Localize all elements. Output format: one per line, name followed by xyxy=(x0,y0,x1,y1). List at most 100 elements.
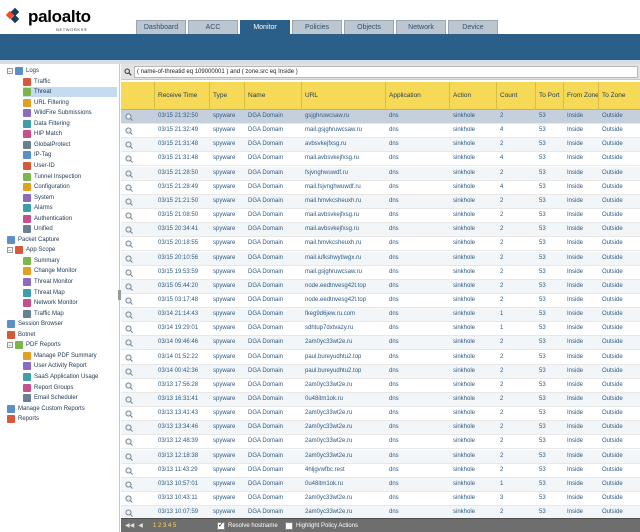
collapse-toggle-icon[interactable]: − xyxy=(7,247,13,254)
column-header-receive-time[interactable]: Receive Time xyxy=(158,82,197,110)
sidebar-item-report-groups[interactable]: Report Groups xyxy=(23,383,117,393)
column-header-from-zone[interactable]: From Zone xyxy=(567,82,599,110)
sidebar-item-pdf-reports[interactable]: − PDF Reports xyxy=(7,340,117,350)
column-header-count[interactable]: Count xyxy=(500,82,517,110)
column-separator[interactable] xyxy=(209,82,210,110)
sidebar-item-packet-capture[interactable]: Packet Capture xyxy=(7,235,117,245)
sidebar-item-user-id[interactable]: User-ID xyxy=(23,161,117,171)
table-row[interactable]: 03/13 10:57:01 spyware DGA Domain 0u48itm1o… xyxy=(121,477,640,492)
sidebar-item-threat-map[interactable]: Threat Map xyxy=(23,288,117,298)
log-detail-icon[interactable] xyxy=(125,353,133,362)
table-row[interactable]: 03/15 21:08:50 spyware DGA Domain mail.avbs… xyxy=(121,209,640,224)
log-detail-icon[interactable] xyxy=(125,170,133,178)
sidebar-item-data-filtering[interactable]: Data Filtering xyxy=(23,119,117,129)
sidebar-item-hip-match[interactable]: HIP Match xyxy=(23,129,117,139)
sidebar-item-ip-tag[interactable]: IP-Tag xyxy=(23,150,117,160)
resolve-hostname-checkbox[interactable] xyxy=(217,521,225,530)
log-detail-icon[interactable] xyxy=(125,113,133,121)
log-detail-icon[interactable] xyxy=(125,283,133,291)
log-detail-icon[interactable] xyxy=(125,467,133,475)
log-detail-icon[interactable] xyxy=(125,311,133,319)
sidebar-item-reports[interactable]: Reports xyxy=(7,414,117,424)
log-detail-icon[interactable] xyxy=(125,509,133,518)
column-header-type[interactable]: Type xyxy=(213,82,227,110)
sidebar-item-tunnel-inspection[interactable]: Tunnel Inspection xyxy=(23,172,117,182)
log-detail-icon[interactable] xyxy=(125,495,133,503)
table-row[interactable]: 03/13 17:56:28 spyware DGA Domain 2am0yc33w… xyxy=(121,378,640,393)
column-header-to-port[interactable]: To Port xyxy=(539,82,560,110)
table-row[interactable]: 03/13 13:34:46 spyware DGA Domain 2am0yc33w… xyxy=(121,421,640,436)
sidebar-item-summary[interactable]: Summary xyxy=(23,256,117,266)
sidebar-item-manage-custom-reports[interactable]: Manage Custom Reports xyxy=(7,404,117,414)
sidebar-item-manage-pdf-summary[interactable]: Manage PDF Summary xyxy=(23,351,117,361)
table-row[interactable]: 03/15 21:28:49 spyware DGA Domain mail.fsjv… xyxy=(121,180,640,195)
log-detail-icon[interactable] xyxy=(125,325,133,334)
sidebar-item-email-scheduler[interactable]: Email Scheduler xyxy=(23,393,117,403)
search-icon[interactable] xyxy=(124,68,132,76)
table-row[interactable]: 03/15 21:32:50 spyware DGA Domain gsjghruwc… xyxy=(121,110,640,124)
table-row[interactable]: 03/15 21:32:49 spyware DGA Domain mail.gsjg… xyxy=(121,124,640,139)
sidebar-item-threat[interactable]: Threat xyxy=(23,87,117,98)
sidebar-item-wildfire-submissions[interactable]: WildFire Submissions xyxy=(23,108,117,118)
prev-page-icon[interactable]: ◀ xyxy=(137,522,144,530)
column-separator[interactable] xyxy=(535,82,536,110)
log-detail-icon[interactable] xyxy=(125,396,133,404)
log-detail-icon[interactable] xyxy=(125,198,133,206)
page-numbers[interactable]: 1 2 3 4 5 xyxy=(153,522,176,530)
log-detail-icon[interactable] xyxy=(125,184,133,192)
sidebar-item-authentication[interactable]: Authentication xyxy=(23,214,117,224)
sidebar-item-system[interactable]: System xyxy=(23,193,117,203)
sidebar-item-url-filtering[interactable]: URL Filtering xyxy=(23,98,117,108)
sidebar-item-network-monitor[interactable]: Network Monitor xyxy=(23,298,117,308)
column-separator[interactable] xyxy=(385,82,386,110)
log-detail-icon[interactable] xyxy=(125,481,133,489)
log-detail-icon[interactable] xyxy=(125,424,133,433)
collapse-toggle-icon[interactable]: − xyxy=(7,342,13,349)
tab-acc[interactable]: ACC xyxy=(188,20,238,34)
log-detail-icon[interactable] xyxy=(125,382,133,390)
log-detail-icon[interactable] xyxy=(125,226,133,235)
column-header-name[interactable]: Name xyxy=(248,82,265,110)
column-header-application[interactable]: Application xyxy=(389,82,421,110)
table-row[interactable]: 03/15 21:21:50 spyware DGA Domain mail.hmvk… xyxy=(121,194,640,209)
log-detail-icon[interactable] xyxy=(125,368,133,376)
table-row[interactable]: 03/13 12:48:39 spyware DGA Domain 2am0yc33w… xyxy=(121,435,640,450)
log-detail-icon[interactable] xyxy=(125,453,133,461)
column-separator[interactable] xyxy=(449,82,450,110)
column-header-url[interactable]: URL xyxy=(305,82,318,110)
tab-monitor[interactable]: Monitor xyxy=(240,20,290,34)
sidebar-item-unified[interactable]: Unified xyxy=(23,224,117,234)
tab-device[interactable]: Device xyxy=(448,20,498,34)
table-row[interactable]: 03/15 20:18:55 spyware DGA Domain mail.hmvk… xyxy=(121,237,640,252)
table-row[interactable]: 03/13 11:43:29 spyware DGA Domain 4hljgvwfb… xyxy=(121,463,640,478)
sidebar-item-app-scope[interactable]: − App Scope xyxy=(7,245,117,255)
log-detail-icon[interactable] xyxy=(125,212,133,220)
table-row[interactable]: 03/15 21:31:48 spyware DGA Domain avbsvkejf… xyxy=(121,138,640,153)
column-header-action[interactable]: Action xyxy=(453,82,471,110)
table-row[interactable]: 03/15 03:17:48 spyware DGA Domain node.eedt… xyxy=(121,293,640,308)
table-row[interactable]: 03/13 16:31:41 spyware DGA Domain 0u48itm1o… xyxy=(121,393,640,407)
table-row[interactable]: 03/13 12:18:38 spyware DGA Domain 2am0yc33w… xyxy=(121,449,640,464)
highlight-policy-checkbox[interactable] xyxy=(285,522,293,530)
sidebar-item-botnet[interactable]: Botnet xyxy=(7,330,117,340)
sidebar-item-configuration[interactable]: Configuration xyxy=(23,182,117,192)
sidebar-item-user-activity-report[interactable]: User Activity Report xyxy=(23,361,117,371)
table-row[interactable]: 03/15 05:44:20 spyware DGA Domain node.eedt… xyxy=(121,279,640,294)
sidebar-item-globalprotect[interactable]: GlobalProtect xyxy=(23,140,117,150)
table-row[interactable]: 03/15 21:28:50 spyware DGA Domain fsjvnghwu… xyxy=(121,166,640,181)
log-detail-icon[interactable] xyxy=(125,240,133,249)
column-separator[interactable] xyxy=(301,82,302,110)
sidebar-item-session-browser[interactable]: Session Browser xyxy=(7,319,117,329)
table-row[interactable]: 03/15 21:31:48 spyware DGA Domain mail.avbs… xyxy=(121,152,640,167)
column-separator[interactable] xyxy=(154,82,155,110)
column-separator[interactable] xyxy=(244,82,245,110)
table-row[interactable]: 03/15 20:10:56 spyware DGA Domain mail.iufk… xyxy=(121,251,640,266)
tab-network[interactable]: Network xyxy=(396,20,446,34)
log-detail-icon[interactable] xyxy=(125,339,133,348)
log-detail-icon[interactable] xyxy=(125,155,133,164)
table-row[interactable]: 03/13 10:43:11 spyware DGA Domain 2am0yc33w… xyxy=(121,492,640,507)
tab-policies[interactable]: Policies xyxy=(292,20,342,34)
filter-input[interactable]: ( name-of-threatid eq 109000001 ) and ( … xyxy=(134,66,638,78)
table-row[interactable]: 03/13 13:41:43 spyware DGA Domain 2am0yc33w… xyxy=(121,407,640,422)
log-detail-icon[interactable] xyxy=(125,297,133,305)
